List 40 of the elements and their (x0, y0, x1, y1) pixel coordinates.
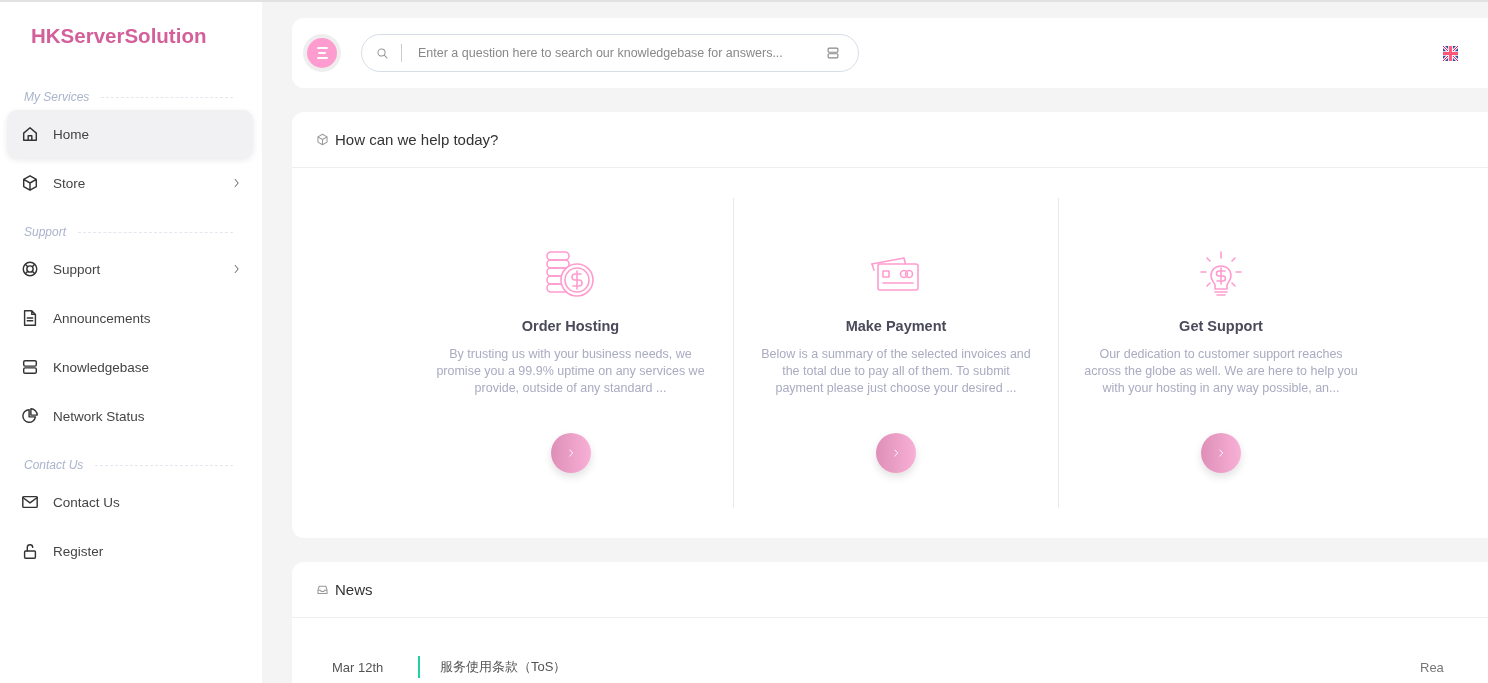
section-heading: Contact Us (24, 458, 84, 472)
server-icon (21, 358, 39, 376)
nav-item[interactable]: Support (7, 245, 253, 293)
card-title: News (335, 581, 373, 598)
nav-item[interactable]: Contact Us (7, 478, 253, 526)
nav-item[interactable]: Knowledgebase (7, 343, 253, 391)
padlock-icon (21, 542, 39, 560)
section-heading: Support (24, 225, 67, 239)
inbox-icon (316, 583, 329, 596)
feature-description: By trusting us with your business needs, we promise you a 99.9% uptime on any services we provide, outside of any standard ... (435, 346, 706, 397)
server-icon (826, 46, 840, 60)
house-icon (21, 125, 39, 143)
nav-item[interactable]: Announcements (7, 294, 253, 342)
feature-description: Our dedication to customer support reaches across the globe as well. We are here to help you with your hosting in any way possible, an... (1083, 346, 1359, 397)
card-title: How can we help today? (335, 131, 499, 148)
nav-item[interactable]: Network Status (7, 392, 253, 440)
go-button[interactable] (876, 433, 916, 473)
menu-button[interactable] (307, 38, 337, 68)
lifebuoy-icon (21, 260, 39, 278)
envelope-icon (21, 493, 39, 511)
document-icon (21, 309, 39, 327)
nav-item[interactable]: Store (7, 159, 253, 207)
brand-logo[interactable]: HKServerSolution (31, 24, 207, 48)
feature-description: Below is a summary of the selected invoices and the total due to pay all of them. To submit payment please just choose your desired ... (760, 346, 1032, 397)
news-date: Mar 12th (332, 659, 385, 675)
news-title[interactable]: 服务使用条款（ToS） (440, 658, 1420, 676)
section-heading: My Services (24, 90, 90, 104)
feature-title: Order Hosting (521, 318, 620, 334)
cube-icon (21, 174, 39, 192)
cube-icon (316, 133, 329, 146)
pie-chart-icon (21, 407, 39, 425)
go-button[interactable] (1201, 433, 1241, 473)
nav-item[interactable]: Register (7, 527, 253, 575)
feature-title: Make Payment (845, 318, 947, 334)
read-more-link[interactable]: Rea (1420, 659, 1444, 675)
go-button[interactable] (550, 433, 591, 473)
search-icon (376, 46, 389, 60)
nav-item[interactable]: Home (7, 110, 253, 158)
feature-title: Get Support (1179, 318, 1263, 334)
flag-icon[interactable] (1443, 45, 1458, 61)
